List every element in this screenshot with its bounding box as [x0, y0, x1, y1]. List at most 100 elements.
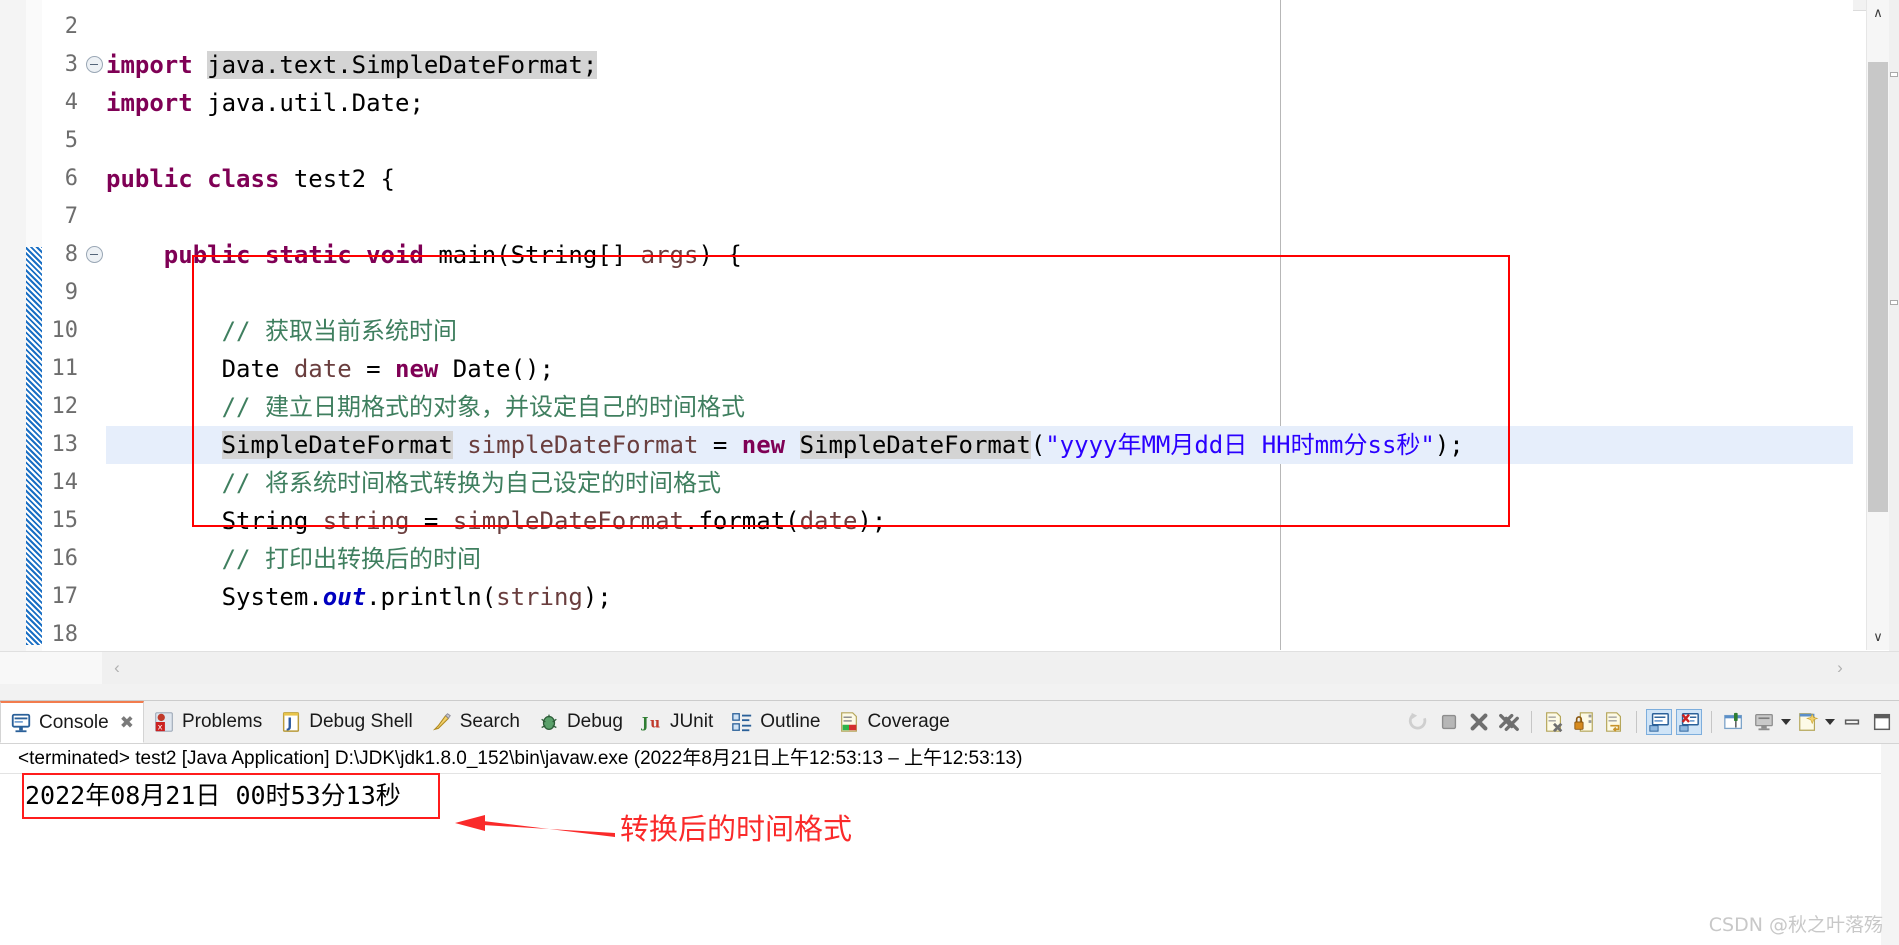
code-line[interactable]: public static void main(String[] args) { — [106, 236, 742, 274]
line-number: 4 — [64, 90, 78, 115]
view-tab-console[interactable]: Console ✖ — [0, 701, 144, 743]
code-token: simpleDateFormat — [452, 507, 684, 535]
open-console-icon[interactable] — [1795, 709, 1821, 735]
code-token: String — [106, 507, 323, 535]
code-token: date — [293, 355, 352, 383]
clear-console-icon[interactable] — [1541, 709, 1567, 735]
open-console-dropdown-icon[interactable] — [1825, 719, 1835, 725]
code-token: java.util.Date; — [207, 89, 424, 117]
code-token: import — [106, 51, 208, 79]
terminate-icon[interactable] — [1436, 709, 1462, 735]
code-token: args — [640, 241, 699, 269]
folding-ruler[interactable] — [84, 0, 107, 650]
view-tab-problems[interactable]: x Problems — [144, 701, 271, 743]
code-token: SimpleDateFormat — [799, 431, 1031, 459]
code-token: java.text.SimpleDateFormat; — [207, 51, 598, 79]
view-tab-junit[interactable]: Ju JUnit — [632, 701, 722, 743]
code-line[interactable]: // 打印出转换后的时间 — [106, 540, 481, 578]
code-token: Date — [106, 355, 294, 383]
line-number: 15 — [51, 508, 79, 533]
code-line[interactable]: Date date = new Date(); — [106, 350, 554, 388]
code-token: = — [698, 431, 742, 459]
toolbar-separator — [1711, 711, 1712, 733]
pin-console-icon[interactable] — [1721, 709, 1747, 735]
fold-collapse-icon[interactable] — [86, 56, 103, 73]
minimize-view-icon[interactable] — [1839, 709, 1865, 735]
scroll-left-arrow-icon[interactable]: ‹ — [102, 652, 132, 684]
debug-shell-icon: J — [280, 711, 302, 733]
show-console-stderr-icon[interactable] — [1676, 709, 1702, 735]
code-token: public class — [106, 165, 294, 193]
code-line[interactable]: import java.text.SimpleDateFormat; — [106, 46, 598, 84]
code-line[interactable]: SimpleDateFormat simpleDateFormat = new … — [106, 426, 1464, 464]
code-line[interactable]: import java.util.Date; — [106, 84, 424, 122]
code-token: // 获取当前系统时间 — [106, 317, 457, 345]
view-tab-debug-shell[interactable]: J Debug Shell — [271, 701, 422, 743]
view-tab-coverage[interactable]: Coverage — [829, 701, 958, 743]
scroll-up-arrow-icon[interactable]: ∧ — [1867, 0, 1889, 26]
overview-marker[interactable] — [1890, 300, 1898, 305]
line-number: 2 — [64, 14, 78, 39]
code-line[interactable]: System.out.println(string); — [106, 578, 612, 616]
fold-collapse-icon[interactable] — [86, 246, 103, 263]
code-token: public static void — [163, 241, 439, 269]
editor-horizontal-scrollbar[interactable]: ‹ › — [0, 651, 1899, 684]
java-editor[interactable]: 2 3 4 5 6 7 8 9 10 11 12 13 14 15 16 17 18 import java.t… — [0, 0, 1899, 700]
close-icon[interactable]: ✖ — [120, 713, 134, 733]
vertical-scroll-thumb[interactable] — [1868, 62, 1888, 512]
code-token: ); — [582, 583, 612, 611]
maximize-view-icon[interactable] — [1869, 709, 1895, 735]
overview-marker[interactable] — [1890, 72, 1898, 77]
console-view-panel[interactable]: Console ✖ x Problems J Debug Shell Search Debug… — [0, 700, 1899, 945]
svg-text:u: u — [650, 716, 660, 732]
code-token: System. — [106, 583, 323, 611]
show-console-stdout-icon[interactable] — [1646, 709, 1672, 735]
editor-overview-ruler[interactable] — [1889, 0, 1899, 700]
code-token: ( — [1030, 431, 1046, 459]
code-token: // 建立日期格式的对象，并设定自己的时间格式 — [106, 393, 745, 421]
code-token: test2 { — [293, 165, 395, 193]
line-number-ruler: 2 3 4 5 6 7 8 9 10 11 12 13 14 15 16 17 18 — [42, 0, 84, 650]
svg-text:J: J — [287, 717, 293, 732]
terminate-relaunch-icon[interactable] — [1406, 709, 1432, 735]
view-tab-search[interactable]: Search — [422, 701, 529, 743]
display-selected-console-icon[interactable] — [1751, 709, 1777, 735]
editor-vertical-scrollbar[interactable]: ∧ ∨ — [1866, 0, 1889, 650]
console-output-text: 2022年08月21日 00时53分13秒 — [25, 781, 401, 810]
scroll-down-arrow-icon[interactable]: ∨ — [1867, 624, 1889, 650]
svg-text:x: x — [158, 721, 163, 731]
outline-icon — [731, 711, 753, 733]
code-line[interactable]: // 获取当前系统时间 — [106, 312, 457, 350]
code-line[interactable]: // 建立日期格式的对象，并设定自己的时间格式 — [106, 388, 745, 426]
console-view-toolbar[interactable] — [1406, 701, 1895, 743]
line-number: 6 — [64, 166, 78, 191]
view-tab-outline[interactable]: Outline — [722, 701, 829, 743]
view-tab-label: Problems — [181, 711, 263, 732]
scroll-lock-icon[interactable] — [1571, 709, 1597, 735]
editor-annotation-ruler[interactable] — [0, 0, 27, 700]
view-tab-debug[interactable]: Debug — [529, 701, 632, 743]
line-number: 17 — [51, 584, 79, 609]
code-line[interactable]: public class test2 { — [106, 160, 395, 198]
coverage-icon — [838, 711, 860, 733]
remove-all-launches-icon[interactable] — [1496, 709, 1522, 735]
view-tab-label: Search — [459, 711, 520, 732]
code-line[interactable]: // 将系统时间格式转换为自己设定的时间格式 — [106, 464, 721, 502]
console-vertical-scrollbar[interactable] — [1881, 744, 1899, 945]
junit-icon: Ju — [641, 711, 663, 733]
print-margin-line — [1280, 0, 1281, 650]
display-console-dropdown-icon[interactable] — [1781, 719, 1791, 725]
remove-launch-icon[interactable] — [1466, 709, 1492, 735]
code-token: string — [322, 507, 410, 535]
code-line[interactable]: String string = simpleDateFormat.format(… — [106, 502, 887, 540]
code-token: .println( — [366, 583, 497, 611]
toolbar-separator — [1636, 711, 1637, 733]
scroll-right-arrow-icon[interactable]: › — [1825, 652, 1855, 684]
view-tab-label: Coverage — [867, 711, 950, 732]
code-token: main(String[] — [438, 241, 641, 269]
view-tab-label: Debug Shell — [309, 711, 413, 732]
code-text-area[interactable]: import java.text.SimpleDateFormat; import… — [106, 0, 1853, 650]
word-wrap-icon[interactable] — [1601, 709, 1627, 735]
line-number: 12 — [51, 394, 79, 419]
